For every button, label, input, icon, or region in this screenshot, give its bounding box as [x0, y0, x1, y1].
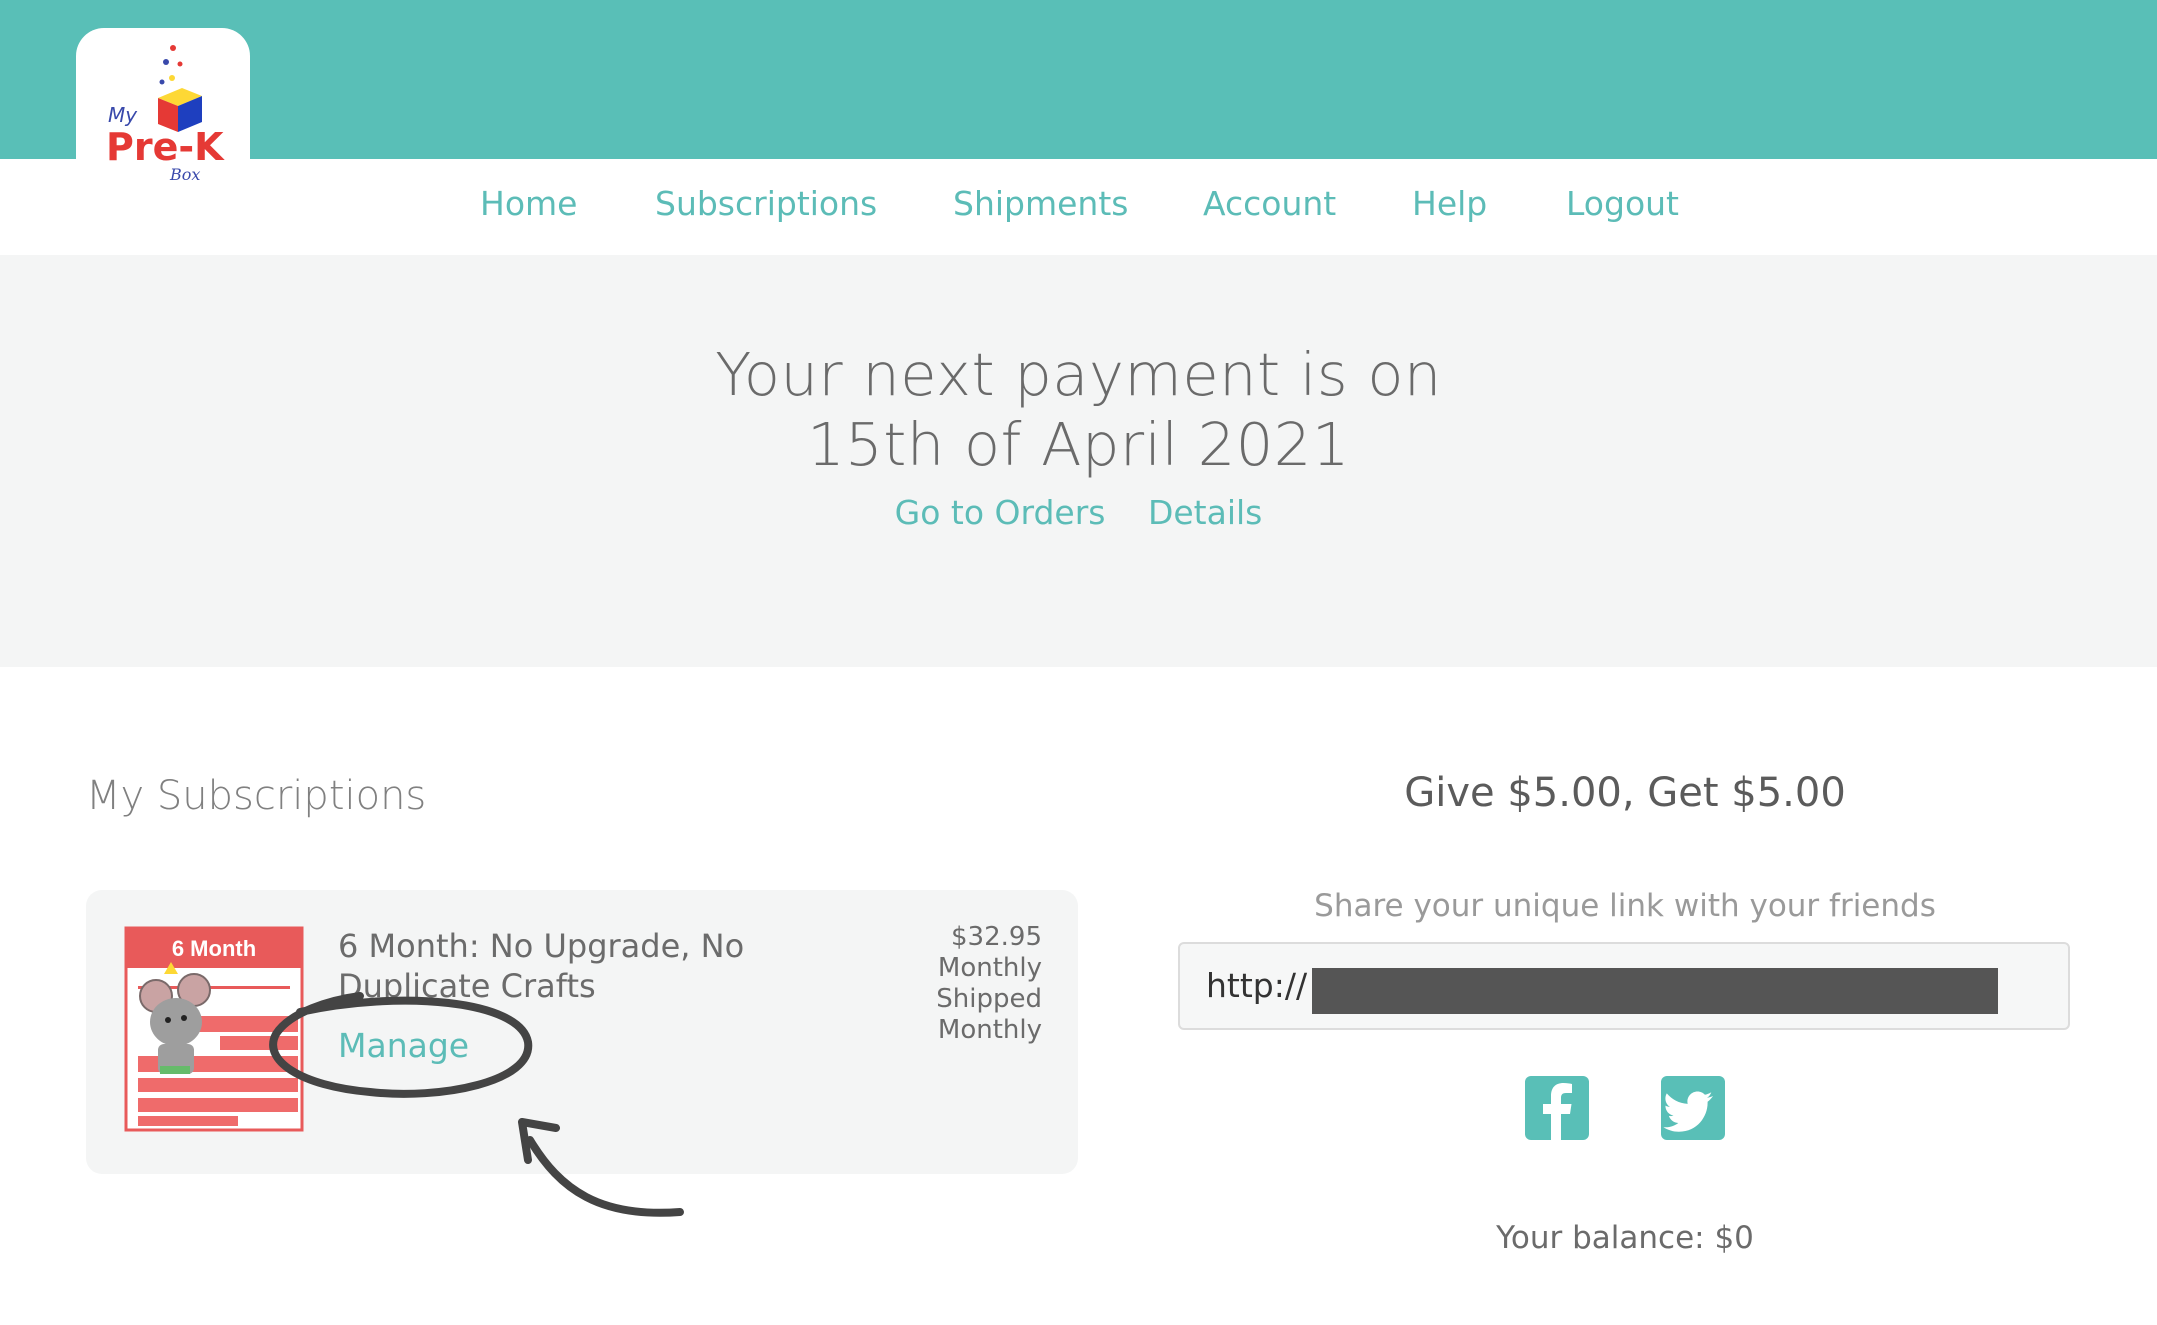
referral-link-prefix: http:// — [1206, 966, 1308, 1005]
manage-subscription-link[interactable]: Manage — [338, 1026, 469, 1065]
subscription-name: 6 Month: No Upgrade, No Duplicate Crafts — [338, 927, 745, 1005]
subscription-thumbnail[interactable]: 6 Month — [124, 926, 304, 1132]
redacted-link — [1312, 968, 1998, 1014]
billing-frequency: Monthly — [937, 953, 1042, 983]
logo[interactable]: My Pre-K Box — [76, 28, 250, 202]
nav-help[interactable]: Help — [1412, 184, 1487, 223]
header-bar — [0, 0, 2157, 159]
next-payment-heading: Your next payment is on — [715, 340, 1442, 409]
referral-link-field[interactable]: http:// — [1178, 942, 2070, 1030]
logo-text-prek: Pre-K — [106, 125, 225, 169]
logo-graphic: My Pre-K Box — [106, 45, 225, 184]
nav-account[interactable]: Account — [1203, 184, 1336, 223]
facebook-icon — [1543, 1083, 1572, 1140]
details-link[interactable]: Details — [1148, 493, 1262, 532]
referral-title: Give $5.00, Get $5.00 — [1404, 770, 1846, 816]
twitter-share-button[interactable] — [1661, 1076, 1725, 1140]
twitter-icon — [1663, 1091, 1713, 1132]
subscription-pricing: $32.95 Monthly Shipped Monthly — [936, 922, 1042, 1046]
hero-links: Go to Orders Details — [0, 493, 2157, 532]
logo-text-my: My — [108, 103, 138, 127]
main-nav: Home Subscriptions Shipments Account Hel… — [0, 184, 2157, 234]
go-to-orders-link[interactable]: Go to Orders — [895, 493, 1106, 532]
shipped-label: Shipped — [936, 984, 1042, 1014]
facebook-share-button[interactable] — [1525, 1076, 1589, 1140]
my-subscriptions-heading: My Subscriptions — [86, 773, 427, 819]
referral-balance: Your balance: $0 — [1496, 1220, 1754, 1256]
thumb-label: 6 Month — [172, 936, 256, 961]
logo-text-box: Box — [169, 165, 200, 184]
next-payment-date: 15th of April 2021 — [807, 410, 1350, 479]
shipping-frequency: Monthly — [937, 1015, 1042, 1045]
subscription-card: 6 Month 6 Month: No Upgrade, No Duplicat… — [86, 890, 1078, 1174]
nav-subscriptions[interactable]: Subscriptions — [655, 184, 877, 223]
nav-home[interactable]: Home — [480, 184, 577, 223]
referral-subtitle: Share your unique link with your friends — [1314, 888, 1936, 924]
nav-shipments[interactable]: Shipments — [953, 184, 1128, 223]
mouse-illustration: 6 Month — [124, 926, 304, 1132]
nav-logout[interactable]: Logout — [1566, 184, 1679, 223]
subscription-price: $32.95 — [951, 922, 1042, 952]
